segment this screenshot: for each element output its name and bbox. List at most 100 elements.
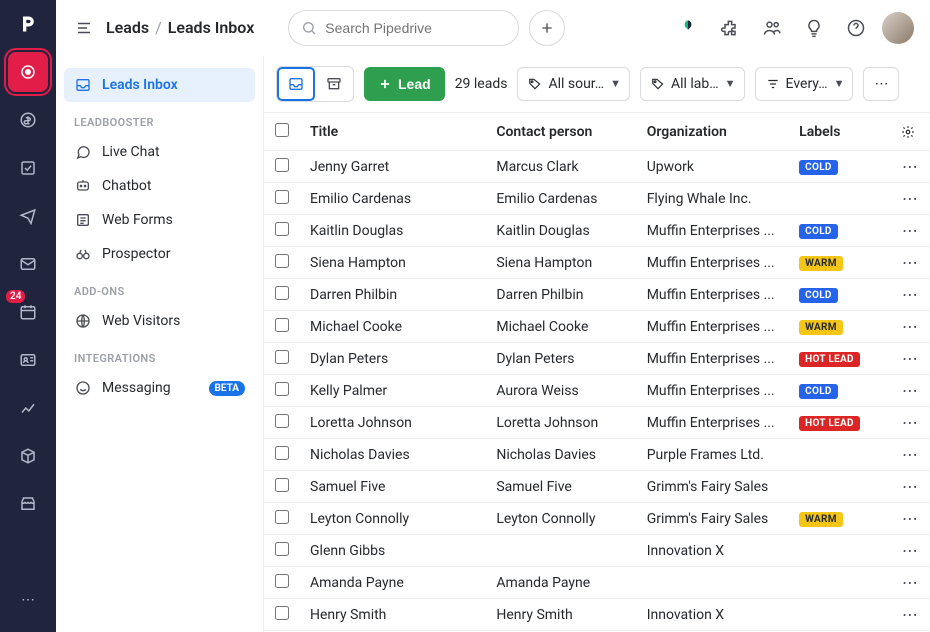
sidebar-item-messaging[interactable]: Messaging BETA bbox=[64, 371, 255, 405]
row-more-icon[interactable]: ⋯ bbox=[902, 253, 919, 272]
label-pill: COLD bbox=[799, 384, 838, 399]
chatbot-icon bbox=[74, 177, 92, 195]
rail-mail-icon[interactable] bbox=[8, 244, 48, 284]
table-row[interactable]: Kelly PalmerAurora WeissMuffin Enterpris… bbox=[264, 375, 930, 407]
row-more-icon[interactable]: ⋯ bbox=[902, 221, 919, 240]
table-row[interactable]: Kaitlin DouglasKaitlin DouglasMuffin Ent… bbox=[264, 215, 930, 247]
rail-calendar-icon[interactable]: 24 bbox=[8, 292, 48, 332]
table-row[interactable]: Nicholas DaviesNicholas DaviesPurple Fra… bbox=[264, 439, 930, 471]
referrals-icon[interactable] bbox=[756, 12, 788, 44]
rail-marketplace-icon[interactable] bbox=[8, 484, 48, 524]
rail-deals-icon[interactable] bbox=[8, 100, 48, 140]
col-header-title[interactable]: Title bbox=[300, 113, 486, 151]
row-more-icon[interactable]: ⋯ bbox=[902, 541, 919, 560]
table-header-row: Title Contact person Organization Labels bbox=[264, 113, 930, 151]
help-icon[interactable] bbox=[840, 12, 872, 44]
cell-label bbox=[789, 567, 891, 599]
extensions-icon[interactable] bbox=[714, 12, 746, 44]
rail-leads-icon[interactable] bbox=[8, 52, 48, 92]
sidebar-label: Web Forms bbox=[102, 212, 173, 228]
row-more-icon[interactable]: ⋯ bbox=[902, 509, 919, 528]
sidebar-item-live-chat[interactable]: Live Chat bbox=[64, 135, 255, 169]
row-more-icon[interactable]: ⋯ bbox=[902, 413, 919, 432]
cell-contact: Michael Cooke bbox=[486, 311, 636, 343]
table-row[interactable]: Michael CookeMichael CookeMuffin Enterpr… bbox=[264, 311, 930, 343]
row-more-icon[interactable]: ⋯ bbox=[902, 189, 919, 208]
col-header-org[interactable]: Organization bbox=[637, 113, 789, 151]
cell-title: Emilio Cardenas bbox=[300, 183, 486, 215]
row-checkbox[interactable] bbox=[275, 478, 289, 492]
tips-icon[interactable] bbox=[798, 12, 830, 44]
add-lead-button[interactable]: Lead bbox=[364, 67, 445, 101]
table-row[interactable]: Samuel FiveSamuel FiveGrimm's Fairy Sale… bbox=[264, 471, 930, 503]
rail-activities-icon[interactable] bbox=[8, 148, 48, 188]
col-header-labels[interactable]: Labels bbox=[789, 113, 891, 151]
row-checkbox[interactable] bbox=[275, 382, 289, 396]
row-more-icon[interactable]: ⋯ bbox=[902, 477, 919, 496]
search-input[interactable] bbox=[325, 20, 506, 36]
table-row[interactable]: Glenn GibbsInnovation X⋯ bbox=[264, 535, 930, 567]
table-row[interactable]: Emilio CardenasEmilio CardenasFlying Wha… bbox=[264, 183, 930, 215]
toolbar-more-button[interactable]: ⋯ bbox=[863, 67, 899, 101]
row-more-icon[interactable]: ⋯ bbox=[902, 445, 919, 464]
row-more-icon[interactable]: ⋯ bbox=[902, 285, 919, 304]
add-button[interactable] bbox=[529, 10, 565, 46]
row-checkbox[interactable] bbox=[275, 414, 289, 428]
filter-owner[interactable]: Every… ▼ bbox=[755, 67, 854, 101]
cell-label bbox=[789, 599, 891, 631]
row-checkbox[interactable] bbox=[275, 574, 289, 588]
row-checkbox[interactable] bbox=[275, 254, 289, 268]
col-header-settings[interactable] bbox=[891, 113, 930, 151]
table-row[interactable]: Leyton ConnollyLeyton ConnollyGrimm's Fa… bbox=[264, 503, 930, 535]
table-row[interactable]: Darren PhilbinDarren PhilbinMuffin Enter… bbox=[264, 279, 930, 311]
binoculars-icon bbox=[74, 245, 92, 263]
global-search[interactable] bbox=[288, 10, 519, 46]
row-more-icon[interactable]: ⋯ bbox=[902, 573, 919, 592]
rail-insights-icon[interactable] bbox=[8, 388, 48, 428]
row-checkbox[interactable] bbox=[275, 190, 289, 204]
row-checkbox[interactable] bbox=[275, 446, 289, 460]
col-header-contact[interactable]: Contact person bbox=[486, 113, 636, 151]
select-all-checkbox[interactable] bbox=[275, 123, 289, 137]
cell-org: Grimm's Fairy Sales bbox=[637, 471, 789, 503]
sidebar-item-web-visitors[interactable]: Web Visitors bbox=[64, 304, 255, 338]
row-more-icon[interactable]: ⋯ bbox=[902, 381, 919, 400]
chevron-down-icon: ▼ bbox=[610, 77, 621, 90]
rail-more-icon[interactable]: ⋯ bbox=[8, 580, 48, 620]
sidebar-item-prospector[interactable]: Prospector bbox=[64, 237, 255, 271]
rail-products-icon[interactable] bbox=[8, 436, 48, 476]
row-checkbox[interactable] bbox=[275, 350, 289, 364]
app-logo[interactable] bbox=[0, 0, 56, 48]
breadcrumb-parent[interactable]: Leads bbox=[106, 18, 149, 37]
view-archive-icon[interactable] bbox=[315, 67, 353, 101]
table-row[interactable]: Loretta JohnsonLoretta JohnsonMuffin Ent… bbox=[264, 407, 930, 439]
rail-contacts-icon[interactable] bbox=[8, 340, 48, 380]
table-row[interactable]: Jenny GarretMarcus ClarkUpworkCOLD⋯ bbox=[264, 151, 930, 183]
row-checkbox[interactable] bbox=[275, 606, 289, 620]
label-pill: COLD bbox=[799, 224, 838, 239]
rail-campaigns-icon[interactable] bbox=[8, 196, 48, 236]
row-checkbox[interactable] bbox=[275, 318, 289, 332]
row-more-icon[interactable]: ⋯ bbox=[902, 605, 919, 624]
table-row[interactable]: Siena HamptonSiena HamptonMuffin Enterpr… bbox=[264, 247, 930, 279]
user-avatar[interactable] bbox=[882, 12, 914, 44]
row-checkbox[interactable] bbox=[275, 222, 289, 236]
row-checkbox[interactable] bbox=[275, 510, 289, 524]
view-inbox-icon[interactable] bbox=[277, 67, 315, 101]
row-checkbox[interactable] bbox=[275, 158, 289, 172]
row-more-icon[interactable]: ⋯ bbox=[902, 349, 919, 368]
row-more-icon[interactable]: ⋯ bbox=[902, 317, 919, 336]
sidebar-item-web-forms[interactable]: Web Forms bbox=[64, 203, 255, 237]
row-checkbox[interactable] bbox=[275, 542, 289, 556]
row-more-icon[interactable]: ⋯ bbox=[902, 157, 919, 176]
table-row[interactable]: Amanda PayneAmanda Payne⋯ bbox=[264, 567, 930, 599]
quick-help-icon[interactable] bbox=[672, 12, 704, 44]
table-row[interactable]: Henry SmithHenry SmithInnovation X⋯ bbox=[264, 599, 930, 631]
sidebar-item-chatbot[interactable]: Chatbot bbox=[64, 169, 255, 203]
filter-sources[interactable]: All sour… ▼ bbox=[517, 67, 630, 101]
sidebar-item-leads-inbox[interactable]: Leads Inbox bbox=[64, 68, 255, 102]
table-row[interactable]: Dylan PetersDylan PetersMuffin Enterpris… bbox=[264, 343, 930, 375]
menu-toggle-icon[interactable] bbox=[72, 16, 96, 40]
row-checkbox[interactable] bbox=[275, 286, 289, 300]
filter-labels[interactable]: All lab… ▼ bbox=[640, 67, 745, 101]
